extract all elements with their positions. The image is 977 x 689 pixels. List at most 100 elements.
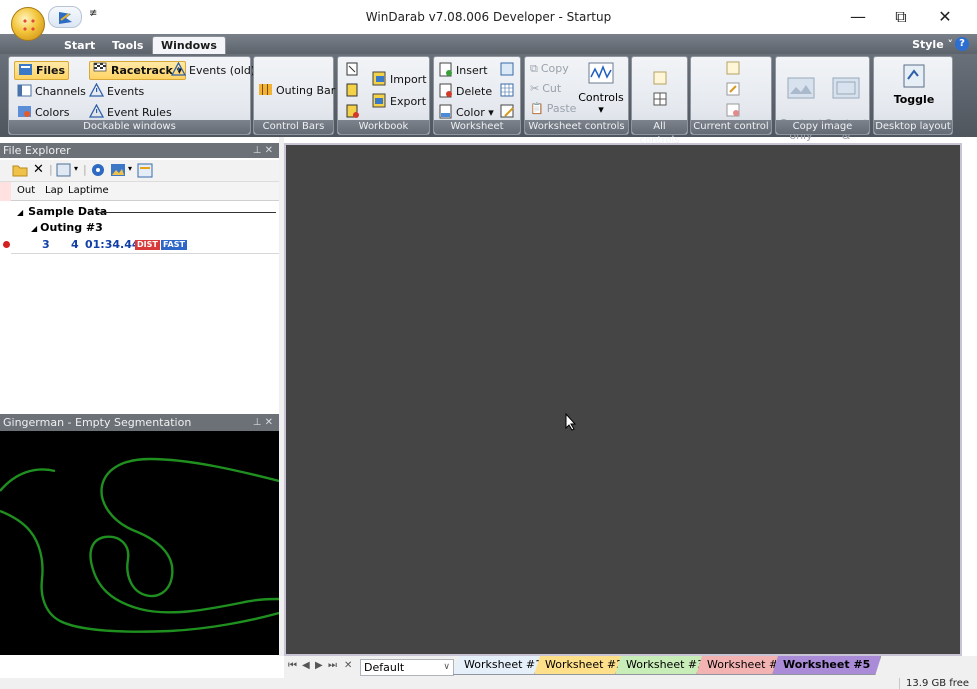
control-props-icon[interactable] (726, 61, 740, 75)
worksheet-canvas[interactable] (284, 143, 962, 656)
close-sheet-icon[interactable]: ✕ (344, 660, 352, 671)
column-out[interactable]: Out (17, 185, 35, 196)
sheet-grid-icon[interactable] (500, 83, 515, 98)
tree-outing[interactable]: ◢ Outing #3 (31, 221, 103, 234)
worksheet-tab-5[interactable]: Worksheet #5 (772, 656, 881, 675)
cut-button[interactable]: ✂ Cut (530, 81, 561, 97)
minimize-button[interactable]: — (838, 4, 878, 30)
search-globe-icon[interactable] (91, 163, 106, 178)
files-icon (19, 64, 32, 75)
track-map[interactable] (0, 431, 279, 655)
all-controls-grid-icon[interactable] (653, 92, 667, 106)
checkered-flag-icon (93, 62, 107, 72)
workbook-close-icon[interactable] (345, 104, 359, 118)
group-label: Worksheet controls (525, 120, 628, 134)
title-bar: ≢ WinDarab v7.08.006 Developer - Startup… (0, 0, 977, 34)
group-control-bars: Outing Bar Control Bars (253, 56, 335, 135)
delete-button[interactable]: Delete (438, 83, 492, 100)
content-frame-button[interactable]: Content & Frame (823, 63, 869, 154)
tab-tools[interactable]: Tools (104, 37, 151, 54)
lap-row[interactable]: 3 4 01:34.44 DIST FAST (0, 238, 279, 252)
next-sheet-icon[interactable]: ▶ (315, 660, 323, 671)
outing-bar-icon (259, 84, 272, 95)
toggle-layout-icon (903, 64, 925, 88)
control-delete-icon[interactable] (726, 103, 740, 117)
events-button[interactable]: Events (89, 83, 144, 100)
file-explorer-column-header: Out Lap Laptime (0, 182, 279, 201)
group-dockable-windows: Files Racetrack ▾ Events (old) Channels … (8, 56, 255, 135)
style-menu[interactable]: Style ˅ (912, 38, 953, 51)
paste-button[interactable]: 📋 Paste (530, 101, 576, 117)
application-menu-button[interactable] (11, 7, 45, 41)
tree-group-sample-data[interactable]: ◢ Sample Data (17, 205, 107, 218)
insert-sheet-icon (439, 62, 452, 77)
track-panel-title: Gingerman - Empty Segmentation (3, 416, 192, 429)
toggle-button[interactable]: Toggle (882, 63, 946, 106)
collapse-triangle-icon[interactable]: ◢ (31, 224, 37, 233)
camera-image-icon (787, 77, 815, 99)
warning-icon (89, 104, 104, 118)
group-label: Dockable windows (9, 120, 250, 134)
layout-select[interactable]: Default ∨ (360, 659, 454, 676)
column-laptime[interactable]: Laptime (68, 185, 109, 196)
close-x-icon[interactable]: ✕ (33, 162, 44, 177)
export-button[interactable]: Export (372, 93, 426, 110)
files-button[interactable]: Files (14, 61, 70, 80)
outing-bar-button[interactable]: Outing Bar (258, 82, 335, 99)
channels-button[interactable]: Channels (17, 83, 86, 100)
help-icon[interactable]: ? (955, 37, 969, 51)
sheet-props-icon[interactable] (500, 62, 515, 77)
last-sheet-icon[interactable]: ⏭ (328, 660, 337, 671)
chevron-down-icon: ∨ (443, 662, 450, 672)
image-icon[interactable] (110, 163, 126, 178)
colors-icon (18, 106, 31, 117)
color-button[interactable]: Color ▾ (438, 104, 494, 121)
image-dropdown[interactable]: ▾ (128, 164, 132, 173)
collapse-triangle-icon[interactable]: ◢ (17, 208, 23, 217)
scissors-icon: ✂ (530, 82, 540, 95)
group-label: Control Bars (254, 120, 333, 134)
open-folder-icon[interactable] (12, 163, 28, 178)
tab-windows[interactable]: Windows (152, 36, 226, 54)
all-controls-select-icon[interactable] (653, 71, 667, 85)
pin-close-icons[interactable]: ⊥ ✕ (253, 143, 273, 158)
file-explorer-toolbar: ✕ | ▾ | ▾ (0, 160, 279, 182)
file-explorer-title: File Explorer (3, 144, 71, 157)
tab-start[interactable]: Start (56, 37, 103, 54)
sheet-rename-icon[interactable] (500, 104, 515, 119)
delete-sheet-icon (439, 83, 452, 98)
close-button[interactable]: ✕ (925, 4, 965, 30)
status-bar (0, 678, 977, 689)
controls-chart-icon (588, 62, 614, 84)
file-explorer-tree: ◢ Sample Data ◢ Outing #3 3 4 01:34.44 DIS… (0, 201, 279, 409)
copy-icon: ⧉ (530, 62, 538, 75)
pin-close-icons[interactable]: ⊥ ✕ (253, 414, 273, 431)
event-rules-button[interactable]: Event Rules (89, 104, 172, 121)
first-sheet-icon[interactable]: ⏮ (288, 660, 297, 671)
copy-button[interactable]: ⧉ Copy (530, 61, 569, 77)
events-old-button[interactable]: Events (old) (171, 62, 255, 79)
chart-view-icon[interactable] (56, 163, 72, 178)
control-edit-icon[interactable] (726, 82, 740, 96)
colors-button[interactable]: Colors (17, 104, 69, 121)
import-button[interactable]: Import (372, 71, 427, 88)
chart-view-dropdown[interactable]: ▾ (74, 164, 78, 173)
workbook-open-icon[interactable] (345, 83, 359, 97)
insert-button[interactable]: Insert (438, 62, 488, 79)
record-dot-icon (3, 241, 10, 248)
file-explorer-title-bar: File Explorer ⊥ ✕ (0, 143, 279, 158)
workbook-new-icon[interactable] (345, 62, 359, 76)
group-all-controls: All controls (631, 56, 688, 146)
dist-badge: DIST (135, 240, 160, 250)
app-orb-icon (21, 17, 37, 33)
controls-button[interactable]: Controls ▾ (576, 61, 626, 116)
prev-sheet-icon[interactable]: ◀ (302, 660, 310, 671)
warning-icon (89, 83, 104, 97)
warning-icon (171, 62, 186, 76)
properties-icon[interactable] (137, 163, 153, 178)
layout-select-value: Default (364, 661, 405, 674)
restore-button[interactable]: ⧉ (881, 4, 921, 30)
camera-frame-icon (832, 77, 860, 99)
column-lap[interactable]: Lap (45, 185, 63, 196)
lap-number: 4 (71, 238, 79, 251)
